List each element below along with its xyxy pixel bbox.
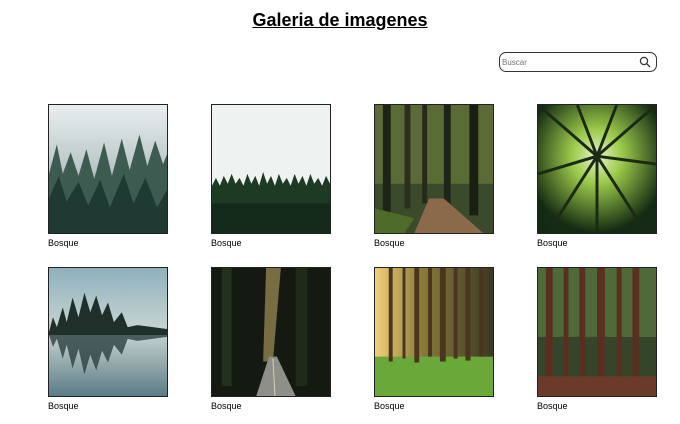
image-caption: Bosque bbox=[211, 401, 242, 411]
image-caption: Bosque bbox=[374, 238, 405, 248]
image-caption: Bosque bbox=[48, 238, 79, 248]
gallery-card[interactable]: Bosque bbox=[374, 267, 494, 411]
search-icon[interactable] bbox=[639, 56, 651, 68]
forest-treeline-sky-image[interactable] bbox=[211, 104, 331, 234]
gallery-card[interactable]: Bosque bbox=[48, 267, 168, 411]
image-caption: Bosque bbox=[211, 238, 242, 248]
image-caption: Bosque bbox=[537, 401, 568, 411]
page-title: Galeria de imagenes bbox=[252, 10, 428, 30]
gallery-card[interactable]: Bosque bbox=[537, 104, 657, 248]
gallery-card[interactable]: Bosque bbox=[211, 104, 331, 248]
image-caption: Bosque bbox=[48, 401, 79, 411]
image-caption: Bosque bbox=[374, 401, 405, 411]
forest-road-light-image[interactable] bbox=[211, 267, 331, 397]
forest-dense-trunks-image[interactable] bbox=[537, 267, 657, 397]
gallery-card[interactable]: Bosque bbox=[537, 267, 657, 411]
forest-lake-reflection-image[interactable] bbox=[48, 267, 168, 397]
search-input[interactable] bbox=[502, 55, 632, 69]
gallery-card[interactable]: Bosque bbox=[211, 267, 331, 411]
forest-misty-pines-image[interactable] bbox=[48, 104, 168, 234]
forest-sunset-trunks-image[interactable] bbox=[374, 267, 494, 397]
forest-path-sunlight-image[interactable] bbox=[374, 104, 494, 234]
gallery-card[interactable]: Bosque bbox=[374, 104, 494, 248]
search-box[interactable] bbox=[499, 52, 657, 72]
forest-canopy-upward-image[interactable] bbox=[537, 104, 657, 234]
image-caption: Bosque bbox=[537, 238, 568, 248]
gallery-card[interactable]: Bosque bbox=[48, 104, 168, 248]
